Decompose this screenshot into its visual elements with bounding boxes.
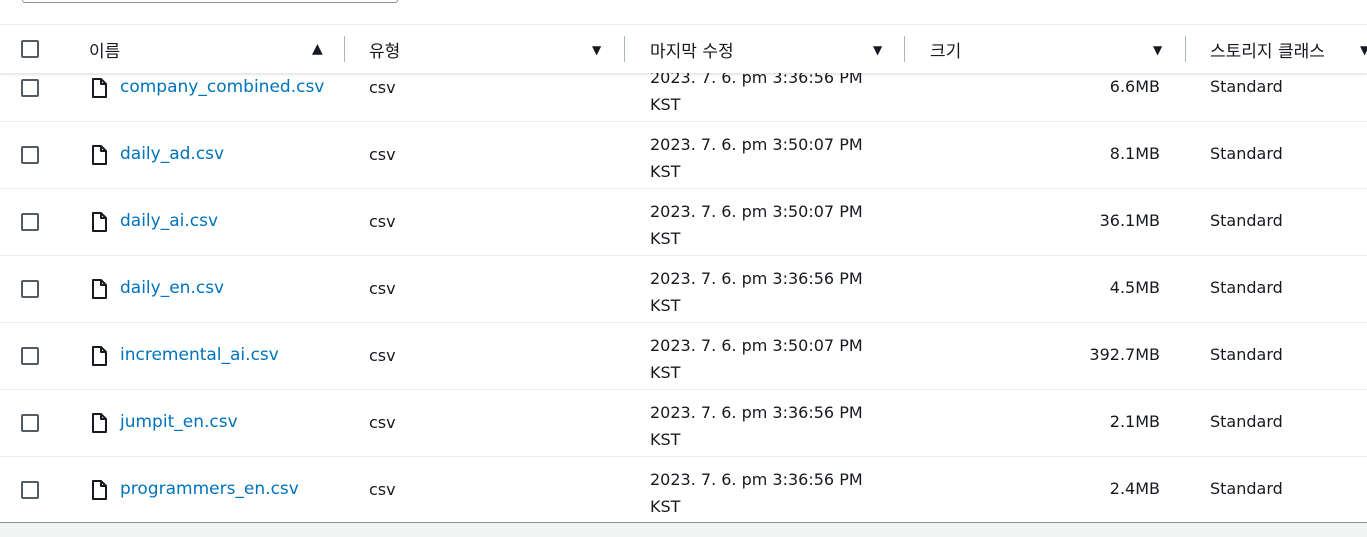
last-modified: 2023. 7. 6. pm 3:50:07 PM KST — [650, 332, 890, 386]
last-modified-date: 2023. 7. 6. pm 3:50:07 PM — [650, 202, 863, 221]
table-row[interactable]: programmers_en.csv csv 2023. 7. 6. pm 3:… — [0, 457, 1367, 522]
object-size: 36.1MB — [1099, 211, 1160, 230]
bottom-bar — [0, 522, 1367, 537]
select-all-checkbox[interactable] — [21, 40, 39, 58]
column-header-storage-class[interactable]: 스토리지 클래스 ▼ — [1210, 25, 1367, 73]
last-modified-timezone: KST — [650, 430, 681, 449]
caret-down-icon[interactable]: ▼ — [592, 43, 601, 57]
table-row[interactable]: jumpit_en.csv csv 2023. 7. 6. pm 3:36:56… — [0, 390, 1367, 457]
column-header-name[interactable]: 이름 ▲ — [89, 25, 329, 73]
object-type: csv — [369, 413, 396, 432]
storage-class: Standard — [1210, 211, 1283, 230]
caret-down-icon[interactable]: ▼ — [1153, 43, 1162, 57]
object-type: csv — [369, 480, 396, 499]
last-modified-timezone: KST — [650, 162, 681, 181]
last-modified-timezone: KST — [650, 296, 681, 315]
search-input[interactable] — [22, 0, 398, 3]
table-row[interactable]: daily_en.csv csv 2023. 7. 6. pm 3:36:56 … — [0, 256, 1367, 323]
last-modified: 2023. 7. 6. pm 3:50:07 PM KST — [650, 198, 890, 252]
table-row[interactable]: company_combined.csv csv 2023. 7. 6. pm … — [0, 72, 1367, 122]
table-body: company_combined.csv csv 2023. 7. 6. pm … — [0, 72, 1367, 522]
object-type: csv — [369, 279, 396, 298]
row-checkbox[interactable] — [21, 481, 39, 499]
last-modified: 2023. 7. 6. pm 3:36:56 PM KST — [650, 265, 890, 319]
object-type: csv — [369, 212, 396, 231]
column-header-size[interactable]: 크기 ▼ — [930, 25, 1170, 73]
file-icon — [92, 145, 107, 165]
last-modified: 2023. 7. 6. pm 3:36:56 PM KST — [650, 466, 890, 520]
object-name-link[interactable]: incremental_ai.csv — [120, 345, 279, 365]
last-modified-date: 2023. 7. 6. pm 3:50:07 PM — [650, 135, 863, 154]
file-icon — [92, 413, 107, 433]
row-checkbox[interactable] — [21, 414, 39, 432]
column-header-storage-class-label: 스토리지 클래스 — [1210, 41, 1325, 62]
last-modified-timezone: KST — [650, 95, 681, 114]
column-header-type[interactable]: 유형 ▼ — [369, 25, 609, 73]
row-checkbox[interactable] — [21, 146, 39, 164]
object-size: 8.1MB — [1109, 144, 1160, 163]
object-name-link[interactable]: daily_ad.csv — [120, 144, 224, 164]
table-header: 이름 ▲ 유형 ▼ 마지막 수정 ▼ 크기 ▼ 스토리지 클래스 ▼ — [0, 24, 1367, 73]
storage-class: Standard — [1210, 345, 1283, 364]
caret-up-icon[interactable]: ▲ — [312, 41, 323, 57]
last-modified-date: 2023. 7. 6. pm 3:50:07 PM — [650, 336, 863, 355]
column-divider[interactable] — [1185, 36, 1186, 62]
object-type: csv — [369, 78, 396, 97]
row-checkbox[interactable] — [21, 347, 39, 365]
object-size: 392.7MB — [1089, 345, 1160, 364]
row-checkbox[interactable] — [21, 79, 39, 97]
column-divider[interactable] — [904, 36, 905, 62]
column-header-type-label: 유형 — [369, 41, 401, 62]
file-icon — [92, 78, 107, 98]
column-header-modified[interactable]: 마지막 수정 ▼ — [650, 25, 890, 73]
object-type: csv — [369, 346, 396, 365]
object-type: csv — [369, 145, 396, 164]
row-checkbox[interactable] — [21, 213, 39, 231]
storage-class: Standard — [1210, 278, 1283, 297]
caret-down-icon[interactable]: ▼ — [1360, 43, 1367, 57]
object-size: 4.5MB — [1109, 278, 1160, 297]
last-modified-date: 2023. 7. 6. pm 3:36:56 PM — [650, 470, 863, 489]
storage-class: Standard — [1210, 479, 1283, 498]
column-header-size-label: 크기 — [930, 41, 962, 62]
table-row[interactable]: incremental_ai.csv csv 2023. 7. 6. pm 3:… — [0, 323, 1367, 390]
storage-class: Standard — [1210, 412, 1283, 431]
last-modified-timezone: KST — [650, 363, 681, 382]
last-modified: 2023. 7. 6. pm 3:36:56 PM KST — [650, 399, 890, 453]
column-divider[interactable] — [344, 36, 345, 62]
table-row[interactable]: daily_ai.csv csv 2023. 7. 6. pm 3:50:07 … — [0, 189, 1367, 256]
file-icon — [92, 346, 107, 366]
file-icon — [92, 212, 107, 232]
last-modified-date: 2023. 7. 6. pm 3:36:56 PM — [650, 72, 863, 87]
object-name-link[interactable]: company_combined.csv — [120, 77, 324, 97]
table-row[interactable]: daily_ad.csv csv 2023. 7. 6. pm 3:50:07 … — [0, 122, 1367, 189]
last-modified-timezone: KST — [650, 497, 681, 516]
object-name-link[interactable]: daily_en.csv — [120, 278, 224, 298]
caret-down-icon[interactable]: ▼ — [873, 43, 882, 57]
column-header-modified-label: 마지막 수정 — [650, 41, 734, 62]
file-icon — [92, 480, 107, 500]
file-icon — [92, 279, 107, 299]
row-checkbox[interactable] — [21, 280, 39, 298]
storage-class: Standard — [1210, 144, 1283, 163]
column-header-name-label: 이름 — [89, 41, 121, 62]
last-modified-timezone: KST — [650, 229, 681, 248]
last-modified-date: 2023. 7. 6. pm 3:36:56 PM — [650, 403, 863, 422]
last-modified: 2023. 7. 6. pm 3:50:07 PM KST — [650, 131, 890, 185]
storage-class: Standard — [1210, 77, 1283, 96]
object-name-link[interactable]: jumpit_en.csv — [120, 412, 238, 432]
object-size: 6.6MB — [1109, 77, 1160, 96]
column-divider[interactable] — [624, 36, 625, 62]
last-modified-date: 2023. 7. 6. pm 3:36:56 PM — [650, 269, 863, 288]
last-modified: 2023. 7. 6. pm 3:36:56 PM KST — [650, 72, 890, 118]
object-name-link[interactable]: daily_ai.csv — [120, 211, 218, 231]
object-name-link[interactable]: programmers_en.csv — [120, 479, 299, 499]
object-size: 2.4MB — [1109, 479, 1160, 498]
object-size: 2.1MB — [1109, 412, 1160, 431]
